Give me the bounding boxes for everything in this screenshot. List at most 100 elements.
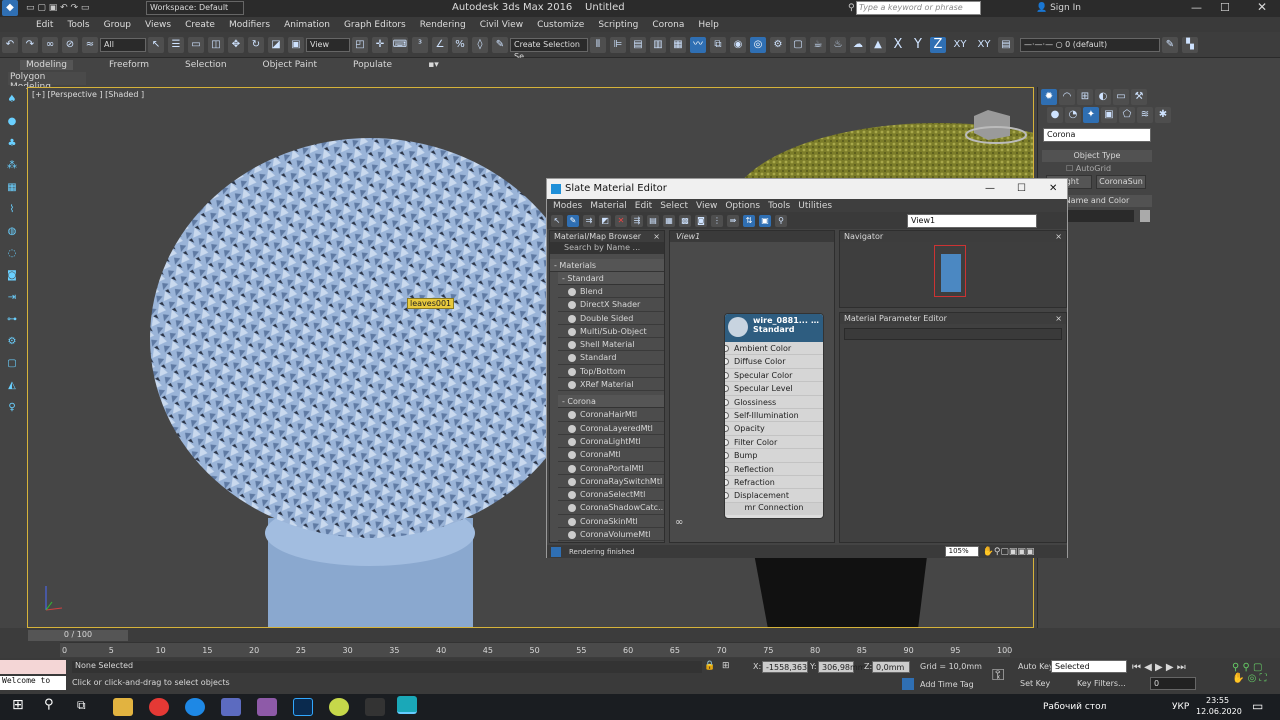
hierarchy-tab-icon[interactable]: ⊞ (1077, 89, 1093, 105)
quick-access-icons[interactable]: ▭ ▢ ▣ ↶ ↷ ▭ (26, 3, 89, 13)
slate-nav-icons[interactable]: ✋⚲▢▣▣▣ (983, 547, 1035, 557)
slate-assign-icon[interactable]: ◩ (599, 214, 611, 227)
slate-menu-select[interactable]: Select (660, 201, 688, 211)
slate-select-icon[interactable]: ↖ (551, 214, 563, 227)
desktop-label[interactable]: Рабочий стол (1043, 702, 1106, 712)
standard-material-item[interactable]: Double Sided (558, 312, 664, 325)
browser-search-input[interactable]: Search by Name ... (550, 242, 664, 254)
corona-material-item[interactable]: CoronaSkinMtl (558, 515, 664, 529)
slate-arrange-icon[interactable]: ⇶ (631, 214, 643, 227)
time-slider[interactable]: 0 / 100 (28, 630, 128, 641)
3dsmax-taskbar-icon[interactable] (397, 696, 417, 714)
geometry-icon[interactable]: ● (1047, 107, 1063, 123)
display-tab-icon[interactable]: ▭ (1113, 89, 1129, 105)
menu-modifiers[interactable]: Modifiers (229, 20, 270, 30)
window-crossing-icon[interactable]: ◫ (208, 36, 224, 53)
render-production-icon[interactable]: ☕ (810, 36, 826, 53)
slot-socket[interactable] (725, 492, 729, 500)
slate-params-toggle-icon[interactable]: ▣ (759, 214, 771, 227)
menu-rendering[interactable]: Rendering (420, 20, 466, 30)
node-slot[interactable]: Ambient Color (725, 342, 823, 356)
grid-icon[interactable]: ▦ (4, 180, 20, 196)
navigator-frame[interactable] (934, 245, 966, 297)
node-slot[interactable]: Diffuse Color (725, 355, 823, 369)
corona-material-item[interactable]: CoronaMtl (558, 448, 664, 462)
corona-material-item[interactable]: CoronaRaySwitchMtl (558, 475, 664, 489)
slate-checker-icon[interactable]: ▩ (679, 214, 691, 227)
keyboard-shortcut-icon[interactable]: ⌨ (392, 36, 408, 53)
select-by-name-icon[interactable]: ☰ (168, 36, 184, 53)
menu-scripting[interactable]: Scripting (598, 20, 638, 30)
corona-material-item[interactable]: CoronaLightMtl (558, 435, 664, 449)
unlink-icon[interactable]: ⊘ (62, 36, 78, 53)
x-coord-field[interactable]: -1558,363 (762, 661, 808, 673)
navigator-close-icon[interactable]: × (1055, 231, 1062, 242)
add-time-tag[interactable]: Add Time Tag (920, 680, 974, 689)
hair-icon[interactable]: ⌇ (4, 202, 20, 218)
corona-material-item[interactable]: CoronaPortalMtl (558, 462, 664, 475)
key-mode-dropdown[interactable]: Selected (1051, 660, 1127, 673)
mirror-icon[interactable]: ⫴ (590, 36, 606, 53)
node-slot[interactable]: Displacement (725, 489, 823, 503)
app-icon-4[interactable] (221, 698, 241, 716)
binoculars-icon[interactable]: ∞ (675, 517, 683, 528)
connect-icon[interactable]: ⊶ (4, 312, 20, 328)
utilities-tab-icon[interactable]: ⚒ (1131, 89, 1147, 105)
lock-icon[interactable]: 🔒 (704, 661, 715, 671)
corona-group[interactable]: - Corona (558, 395, 664, 409)
slate-preview-icon[interactable]: ◙ (695, 214, 707, 227)
axis-x-button[interactable]: X (890, 37, 906, 53)
percent-snap-icon[interactable]: % (452, 36, 468, 53)
rect-selection-icon[interactable]: ▭ (188, 36, 204, 53)
coronasun-button[interactable]: CoronaSun (1096, 175, 1146, 189)
redo-icon[interactable]: ↷ (22, 36, 38, 53)
telegram-icon[interactable] (185, 698, 205, 716)
slate-pick-icon[interactable]: ✎ (567, 214, 579, 227)
corona-material-item[interactable]: CoronaSelectMtl (558, 488, 664, 502)
node-view[interactable]: View1 wire_0881... Standard … Ambient Co… (669, 230, 835, 543)
pivot-icon[interactable]: ◰ (352, 36, 368, 53)
sign-in-link[interactable]: 👤 Sign In (1036, 3, 1081, 13)
slate-zoom-field[interactable]: 105% (944, 546, 979, 557)
leaves-sphere[interactable] (150, 138, 590, 538)
slate-maximize-button[interactable]: ☐ (1017, 179, 1026, 199)
align-icon[interactable]: ⊫ (610, 36, 626, 53)
key-filters-button[interactable]: Key Filters... (1077, 679, 1126, 688)
clock-time[interactable]: 23:55 (1206, 696, 1229, 705)
photoshop-icon[interactable] (293, 698, 313, 716)
move-icon[interactable]: ✥ (228, 36, 244, 53)
ribbon-tab-selection[interactable]: Selection (185, 60, 226, 70)
angle-snap-icon[interactable]: ∠ (432, 36, 448, 53)
axis-xy-button[interactable]: XY (950, 37, 970, 53)
slate-view-dropdown[interactable]: View1 (907, 213, 1037, 228)
standard-material-item[interactable]: Shell Material (558, 338, 664, 352)
node-slot[interactable]: Specular Color (725, 368, 823, 383)
clock-date[interactable]: 12.06.2020 (1196, 707, 1242, 716)
lang-indicator[interactable]: УКР (1172, 702, 1189, 712)
select-manipulate-icon[interactable]: ✛ (372, 36, 388, 53)
param-editor-close-icon[interactable]: × (1055, 313, 1062, 324)
app-icon-8[interactable] (365, 698, 385, 716)
minimize-button[interactable]: — (1191, 1, 1202, 14)
menu-create[interactable]: Create (185, 20, 215, 30)
arrow-icon[interactable]: ⇥ (4, 290, 20, 306)
auto-key-button[interactable]: Auto Key (1018, 662, 1054, 671)
menu-corona[interactable]: Corona (652, 20, 684, 30)
material-editor-icon[interactable]: ◉ (730, 36, 746, 53)
set-key-icon[interactable]: ⚿ (992, 665, 1004, 685)
node-slot[interactable]: Specular Level (725, 382, 823, 396)
slate-layout-icon[interactable]: ▤ (647, 214, 659, 227)
slate-editor-icon[interactable]: ◎ (750, 36, 766, 53)
ribbon-tab-modeling[interactable]: Modeling (20, 60, 73, 70)
snap-3-icon[interactable]: ³ (412, 36, 428, 53)
cameras-icon[interactable]: ▣ (1101, 107, 1117, 123)
lights-icon[interactable]: ✦ (1083, 107, 1099, 123)
standard-group[interactable]: - Standard (558, 272, 664, 285)
menu-customize[interactable]: Customize (537, 20, 584, 30)
layer-dropdown[interactable]: —·—·— ○ 0 (default) (1020, 37, 1160, 52)
menu-tools[interactable]: Tools (67, 20, 89, 30)
set-key-button[interactable]: Set Key (1020, 679, 1050, 688)
slot-socket[interactable] (725, 411, 729, 419)
tree-icon[interactable]: ♣ (4, 136, 20, 152)
menu-graph-editors[interactable]: Graph Editors (344, 20, 406, 30)
